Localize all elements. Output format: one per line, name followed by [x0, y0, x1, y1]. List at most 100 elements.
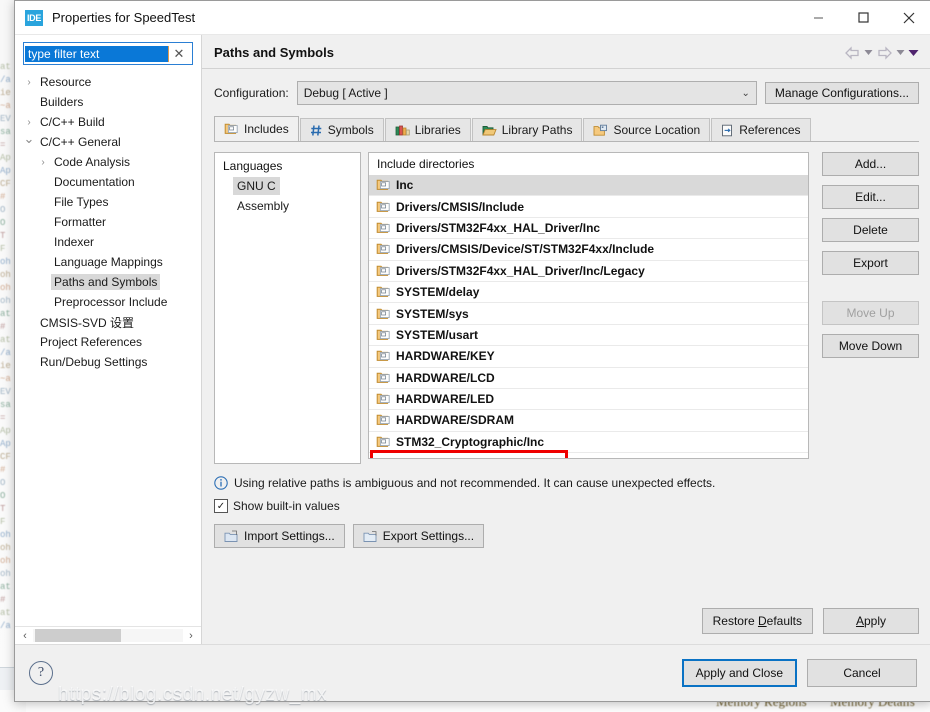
tab-references[interactable]: References [711, 118, 811, 141]
search-input[interactable]: type filter text [25, 45, 169, 62]
import-settings-button[interactable]: Import Settings... [214, 524, 345, 548]
manage-configurations-button[interactable]: Manage Configurations... [764, 82, 919, 104]
apply-button[interactable]: Apply [823, 608, 919, 634]
include-folder-icon [376, 307, 391, 321]
pane-nav-icons [844, 45, 919, 60]
export-settings-button[interactable]: Export Settings... [352, 524, 485, 548]
language-item[interactable]: GNU C [215, 177, 360, 197]
include-directory-path: Inc [396, 178, 414, 193]
tab-source-location[interactable]: Source Location [583, 118, 711, 141]
include-directory-row[interactable]: SYSTEM/sys [369, 303, 808, 325]
scroll-right-icon[interactable]: › [183, 630, 199, 642]
language-item[interactable]: Assembly [215, 197, 360, 217]
maximize-button[interactable] [841, 1, 886, 34]
sidebar-item-documentation[interactable]: Documentation [15, 172, 201, 192]
sidebar-item-cmsis-svd[interactable]: CMSIS-SVD 设置 [15, 312, 201, 332]
include-directory-path: SYSTEM/usart [396, 327, 479, 342]
include-folder-icon [376, 435, 391, 449]
include-directory-row[interactable]: HARDWARE/KEY [369, 346, 808, 368]
restore-defaults-button[interactable]: Restore Defaults [701, 608, 813, 634]
languages-list: GNU C Assembly [215, 177, 360, 217]
sidebar-item-language-mappings[interactable]: Language Mappings [15, 252, 201, 272]
sidebar-item-label: Formatter [54, 215, 107, 229]
window-title: Properties for SpeedTest [52, 10, 196, 25]
dialog-footer-buttons: Apply and Close Cancel [681, 659, 917, 687]
include-directory-row[interactable]: Inc [369, 175, 808, 197]
view-menu-icon[interactable] [908, 49, 919, 57]
filter-box[interactable]: type filter text ✕ [23, 42, 193, 65]
tab-symbols[interactable]: Symbols [299, 118, 384, 141]
apply-and-close-button[interactable]: Apply and Close [681, 659, 797, 687]
include-folder-icon [376, 178, 391, 192]
clear-filter-icon[interactable]: ✕ [169, 46, 189, 62]
tab-library-paths[interactable]: Library Paths [471, 118, 583, 141]
sidebar-item-c-c-general[interactable]: ⌄ C/C++ General [15, 131, 201, 152]
sidebar-item-resource[interactable]: › Resource [15, 72, 201, 92]
include-directory-path: HARDWARE/LED [396, 392, 494, 407]
include-folder-icon [376, 264, 391, 278]
include-directory-row[interactable]: HARDWARE/LED [369, 389, 808, 411]
close-button[interactable] [886, 1, 930, 34]
tab-label: Includes [244, 122, 289, 136]
reference-icon [721, 124, 734, 137]
include-directories-header: Include directories [377, 157, 475, 171]
chevron-right-icon[interactable]: › [21, 117, 37, 128]
minimize-button[interactable] [796, 1, 841, 34]
sidebar-item-label: Resource [40, 75, 92, 89]
restore-defaults-pre: Restore [712, 614, 758, 628]
sidebar-item-c-c-build[interactable]: › C/C++ Build [15, 112, 201, 132]
tab-includes[interactable]: Includes [214, 116, 299, 141]
sidebar-item-formatter[interactable]: Formatter [15, 212, 201, 232]
sidebar-item-paths-and-symbols[interactable]: Paths and Symbols [15, 272, 201, 292]
sidebar-item-indexer[interactable]: Indexer [15, 232, 201, 252]
include-folder-icon [376, 392, 391, 406]
include-directory-row[interactable]: Drivers/STM32F4xx_HAL_Driver/Inc [369, 218, 808, 240]
include-directory-row[interactable]: Drivers/CMSIS/Device/ST/STM32F4xx/Includ… [369, 239, 808, 261]
info-icon [214, 476, 228, 490]
include-directory-row[interactable]: STM32_Cryptographic/Inc [369, 432, 808, 454]
show-builtin-checkbox[interactable]: ✓ [214, 499, 228, 513]
move-down-button[interactable]: Move Down [822, 334, 919, 358]
include-directory-row[interactable]: Drivers/CMSIS/Include [369, 196, 808, 218]
forward-menu-chevron-down-icon[interactable] [896, 49, 905, 56]
chevron-down-icon: ⌄ [741, 87, 750, 99]
sidebar-item-code-analysis[interactable]: › Code Analysis [15, 152, 201, 172]
scrollbar-track[interactable] [33, 629, 183, 642]
sidebar-item-builders[interactable]: Builders [15, 92, 201, 112]
sidebar-item-preprocessor-include[interactable]: Preprocessor Include [15, 292, 201, 312]
sidebar-horizontal-scrollbar[interactable]: ‹ › [15, 626, 201, 644]
chevron-down-icon[interactable]: ⌄ [21, 131, 37, 147]
help-icon[interactable]: ? [29, 661, 53, 685]
show-builtin-values-row[interactable]: ✓ Show built-in values [214, 499, 919, 513]
forward-arrow-icon[interactable] [876, 45, 893, 60]
sidebar-item-project-references[interactable]: Project References [15, 332, 201, 352]
delete-button[interactable]: Delete [822, 218, 919, 242]
source-folder-icon [593, 124, 608, 137]
include-directory-row[interactable]: HARDWARE/SDRAM [369, 410, 808, 432]
tab-label: Source Location [613, 123, 701, 137]
edit-button[interactable]: Edit... [822, 185, 919, 209]
include-directory-path: HARDWARE/KEY [396, 349, 495, 364]
include-directory-row[interactable]: SYSTEM/delay [369, 282, 808, 304]
include-directory-row[interactable]: HARDWARE/LCD [369, 368, 808, 389]
sidebar-item-file-types[interactable]: File Types [15, 192, 201, 212]
chevron-right-icon[interactable]: › [21, 77, 37, 88]
chevron-right-icon[interactable]: › [35, 157, 51, 168]
tab-bar: Includes Symbols Libraries Library Paths Sou… [214, 116, 919, 141]
include-directories-list[interactable]: Inc Drivers/CMSIS/Include Drivers/STM32F4x… [369, 175, 808, 458]
include-directories-panel: Include directories Inc Drivers/CMSIS/Inc… [368, 152, 809, 459]
include-directory-row[interactable]: Drivers/STM32F4xx_HAL_Driver/Inc/Legacy [369, 261, 808, 282]
add-button[interactable]: Add... [822, 152, 919, 176]
export-settings-label: Export Settings... [382, 529, 475, 543]
scroll-left-icon[interactable]: ‹ [17, 630, 33, 642]
tab-label: References [739, 123, 801, 137]
back-menu-chevron-down-icon[interactable] [864, 49, 873, 56]
tab-libraries[interactable]: Libraries [384, 118, 471, 141]
cancel-button[interactable]: Cancel [807, 659, 917, 687]
back-arrow-icon[interactable] [844, 45, 861, 60]
sidebar-item-run-debug-settings[interactable]: Run/Debug Settings [15, 352, 201, 372]
scrollbar-thumb[interactable] [35, 629, 121, 642]
export-button[interactable]: Export [822, 251, 919, 275]
configuration-select[interactable]: Debug [ Active ] ⌄ [296, 81, 757, 105]
include-directory-row[interactable]: SYSTEM/usart [369, 325, 808, 347]
